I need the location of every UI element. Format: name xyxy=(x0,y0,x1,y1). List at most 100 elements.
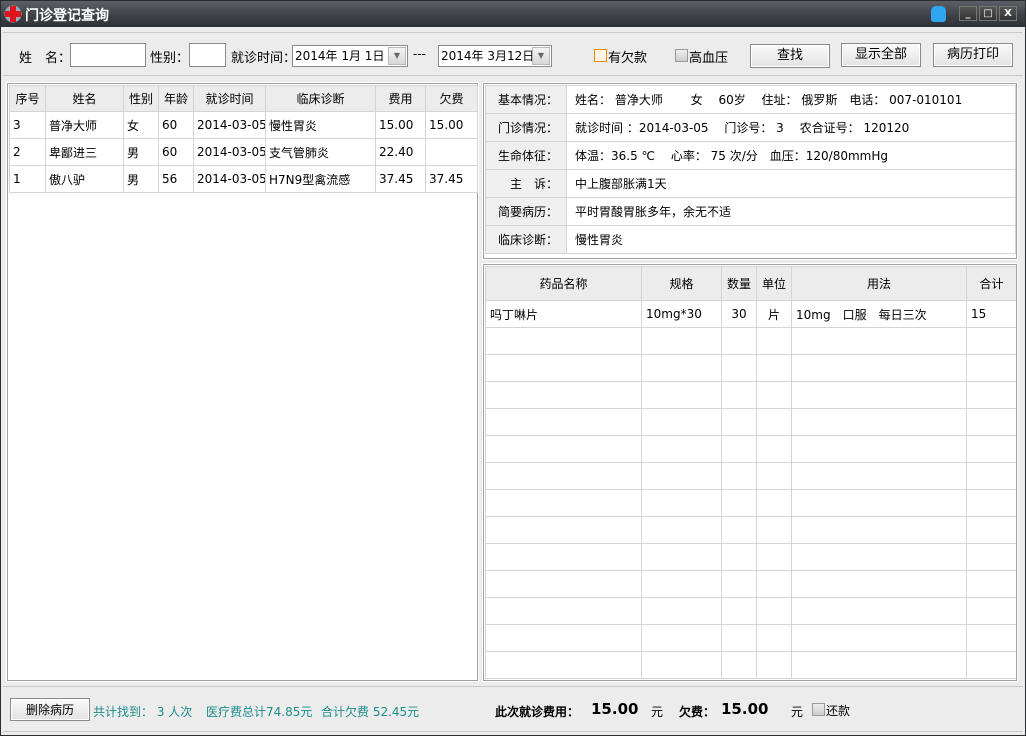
empty-row[interactable] xyxy=(485,516,1016,544)
table-row[interactable]: 3 普净大师女 60 2014-03-05 慢性胃炎 15.00 15.00 xyxy=(9,111,478,139)
table-cell xyxy=(485,435,642,463)
minimize-button[interactable]: _ xyxy=(959,6,977,21)
close-button[interactable]: X xyxy=(999,6,1017,21)
detail-value: 慢性胃炎 xyxy=(566,225,1016,254)
empty-row[interactable] xyxy=(485,354,1016,382)
table-cell xyxy=(721,381,757,409)
empty-row[interactable] xyxy=(485,489,1016,517)
print-record-button[interactable]: 病历打印 xyxy=(933,43,1013,67)
table-cell: 2014-03-05 xyxy=(193,111,266,139)
yuan-label: 元 xyxy=(651,705,664,719)
name-input[interactable] xyxy=(70,43,146,67)
table-cell xyxy=(485,489,642,517)
table-cell: 2 xyxy=(9,138,46,166)
table-cell: 60 xyxy=(158,138,194,166)
date-from-picker[interactable]: 2014年 1月 1日 ▼ xyxy=(292,45,408,67)
table-cell xyxy=(966,651,1016,679)
table-row[interactable]: 1 傲八驴男 56 2014-03-05 H7N9型禽流感 37.45 37.45 xyxy=(9,165,478,193)
empty-row[interactable] xyxy=(485,408,1016,436)
repay-checkbox[interactable] xyxy=(812,703,825,716)
table-cell xyxy=(641,354,722,382)
empty-row[interactable] xyxy=(485,624,1016,652)
table-cell xyxy=(966,462,1016,490)
column-header[interactable]: 合计 xyxy=(966,266,1016,301)
column-header[interactable]: 药品名称 xyxy=(485,266,642,301)
empty-row[interactable] xyxy=(485,435,1016,463)
column-header[interactable]: 性别 xyxy=(123,85,159,112)
table-cell xyxy=(485,462,642,490)
empty-row[interactable] xyxy=(485,570,1016,598)
table-cell: 56 xyxy=(158,165,194,193)
maximize-button[interactable]: □ xyxy=(979,6,997,21)
detail-label: 简要病历： xyxy=(485,197,567,226)
empty-row[interactable] xyxy=(485,381,1016,409)
find-button[interactable]: 查找 xyxy=(750,44,830,68)
dropdown-arrow-icon[interactable]: ▼ xyxy=(532,47,550,65)
column-header[interactable]: 规格 xyxy=(641,266,722,301)
column-header[interactable]: 单位 xyxy=(756,266,792,301)
table-cell xyxy=(791,543,967,571)
main-window: 门诊登记查询 _ □ X 姓 名： 性别： 就诊时间： 2014年 1月 1日 ▼… xyxy=(0,0,1026,736)
table-cell: 37.45 xyxy=(425,165,478,193)
table-cell xyxy=(721,489,757,517)
table-cell xyxy=(756,408,792,436)
column-header[interactable]: 序号 xyxy=(9,85,46,112)
column-header[interactable]: 就诊时间 xyxy=(193,85,266,112)
table-cell xyxy=(756,327,792,355)
arrears-label: 有欠款 xyxy=(608,51,648,66)
column-header[interactable]: 数量 xyxy=(721,266,757,301)
table-cell xyxy=(756,489,792,517)
table-cell xyxy=(721,435,757,463)
column-header[interactable]: 年龄 xyxy=(158,85,194,112)
total-arrears: 合计欠费 52.45元 xyxy=(321,705,420,719)
window-title: 门诊登记查询 xyxy=(25,8,109,24)
column-header[interactable]: 姓名 xyxy=(45,85,124,112)
table-cell xyxy=(485,354,642,382)
table-row[interactable]: 2 卑鄙进三男 60 2014-03-05 支气管肺炎 22.40 xyxy=(9,138,478,166)
table-cell: 60 xyxy=(158,111,194,139)
detail-row: 门诊情况： 就诊时间 ：2014-03-05 门诊号： 3 农合证号： 12012… xyxy=(485,113,1016,142)
empty-row[interactable] xyxy=(485,543,1016,571)
arrears-checkbox[interactable] xyxy=(594,49,607,62)
detail-label: 门诊情况： xyxy=(485,113,567,142)
hypertension-checkbox[interactable] xyxy=(675,49,688,62)
table-cell: 男 xyxy=(123,138,159,166)
table-cell xyxy=(756,354,792,382)
detail-row: 简要病历： 平时胃酸胃胀多年，余无不适 xyxy=(485,197,1016,226)
table-cell xyxy=(756,381,792,409)
empty-row[interactable] xyxy=(485,462,1016,490)
shirt-icon[interactable] xyxy=(931,6,946,22)
table-row[interactable]: 吗丁啉片 10mg*30 30 片 10mg 口服 每日三次 15 xyxy=(485,300,1016,328)
empty-row[interactable] xyxy=(485,651,1016,679)
detail-value: 姓名： 普净大师 女 60岁 住址： 俄罗斯 电话： 007-010101 xyxy=(566,85,1016,114)
table-cell: H7N9型禽流感 xyxy=(265,165,376,193)
table-cell xyxy=(966,516,1016,544)
table-cell xyxy=(721,408,757,436)
table-cell xyxy=(485,516,642,544)
column-header[interactable]: 临床诊断 xyxy=(265,85,376,112)
table-cell xyxy=(485,597,642,625)
table-cell xyxy=(425,138,478,166)
table-cell xyxy=(966,570,1016,598)
visit-fee-label: 此次就诊费用： xyxy=(495,705,580,719)
detail-value: 中上腹部胀满1天 xyxy=(566,169,1016,198)
show-all-button[interactable]: 显示全部 xyxy=(841,43,921,67)
dropdown-arrow-icon[interactable]: ▼ xyxy=(388,47,406,65)
detail-label: 主 诉： xyxy=(485,169,567,198)
table-cell xyxy=(791,624,967,652)
gender-input[interactable] xyxy=(189,43,226,67)
table-cell: 10mg*30 xyxy=(641,300,722,328)
table-cell xyxy=(721,570,757,598)
column-header[interactable]: 欠费 xyxy=(425,85,478,112)
column-header[interactable]: 费用 xyxy=(375,85,426,112)
delete-record-button[interactable]: 删除病历 xyxy=(10,698,90,721)
table-cell: 慢性胃炎 xyxy=(265,111,376,139)
column-header[interactable]: 用法 xyxy=(791,266,967,301)
empty-row[interactable] xyxy=(485,597,1016,625)
table-cell xyxy=(721,354,757,382)
table-cell xyxy=(485,624,642,652)
table-cell xyxy=(485,408,642,436)
date-to-picker[interactable]: 2014年 3月12日 ▼ xyxy=(438,45,552,67)
empty-row[interactable] xyxy=(485,327,1016,355)
table-cell: 15 xyxy=(966,300,1016,328)
